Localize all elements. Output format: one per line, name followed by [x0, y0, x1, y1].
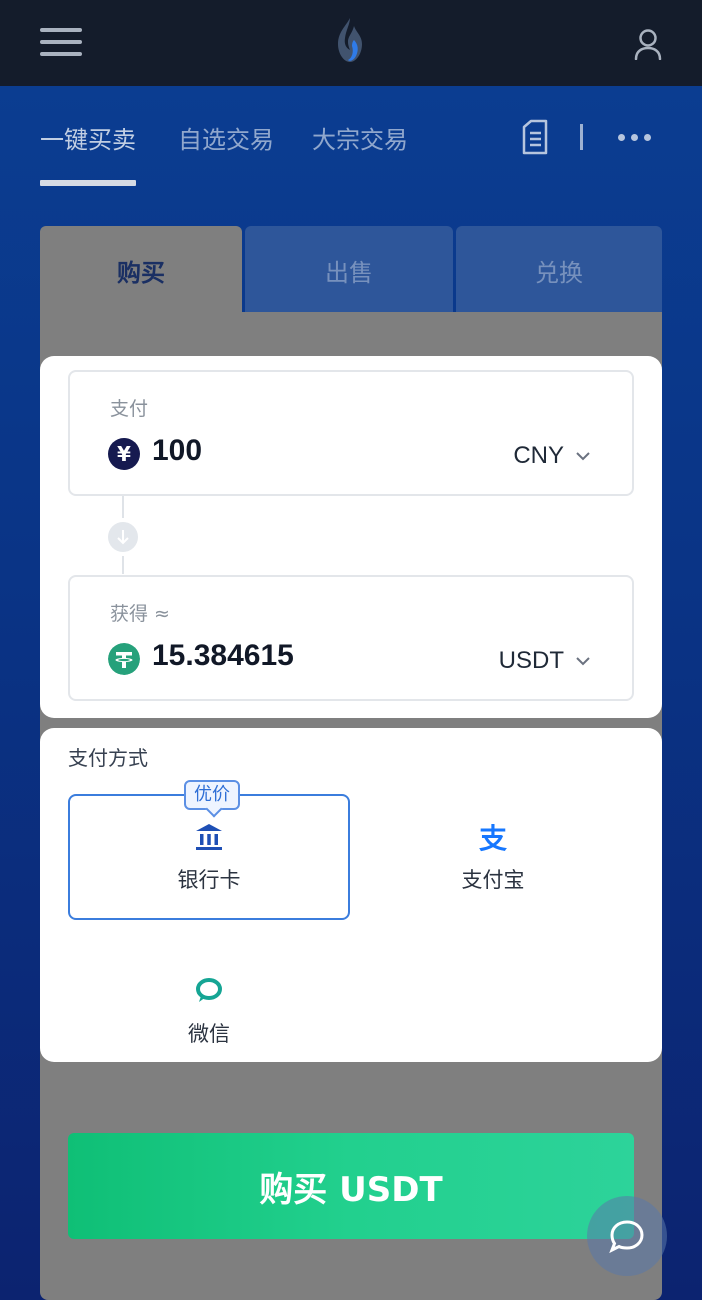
nav-tab-p2p-trade[interactable]: 自选交易	[178, 120, 274, 155]
tab-buy[interactable]: 购买	[40, 226, 242, 314]
chat-support-button[interactable]	[587, 1196, 667, 1276]
buy-usdt-button[interactable]: 购买 USDT	[68, 1133, 634, 1239]
pay-option-alipay[interactable]: 支 支付宝	[352, 794, 634, 920]
receive-currency-label: USDT	[498, 647, 564, 674]
receive-label: 获得 ≈	[110, 603, 170, 625]
alipay-icon: 支	[476, 820, 510, 855]
connector-line	[122, 556, 124, 574]
receive-amount-input[interactable]	[152, 639, 432, 673]
tab-convert[interactable]: 兑换	[456, 226, 662, 314]
pay-option-wechat[interactable]: 微信	[68, 948, 350, 1074]
main-area: 一键买卖 自选交易 大宗交易 购买 出售 兑换 支付 ¥ CNY	[0, 86, 702, 1300]
pay-amount-input[interactable]	[152, 434, 432, 468]
pay-amount-field: 支付 ¥ CNY	[68, 370, 634, 496]
alipay-glyph: 支	[478, 822, 507, 855]
cny-coin-icon: ¥	[108, 438, 140, 470]
chevron-down-icon	[576, 452, 590, 461]
pay-label: 支付	[110, 398, 149, 420]
connector-line	[122, 496, 124, 518]
nav-divider	[580, 124, 583, 150]
order-document-icon[interactable]	[521, 119, 549, 155]
receive-amount-field: 获得 ≈ USDT	[68, 575, 634, 701]
wechat-icon	[192, 974, 226, 1008]
active-tab-underline	[40, 180, 136, 186]
pay-currency-select[interactable]: CNY	[513, 442, 590, 470]
chat-bubble-icon	[609, 1220, 644, 1254]
best-price-badge: 优价	[184, 780, 240, 810]
bank-icon	[192, 820, 226, 854]
payment-method-card: 支付方式 优价 银行卡 支 支付宝 微信	[40, 728, 662, 1062]
pay-currency-label: CNY	[513, 442, 564, 469]
flame-logo-icon	[338, 18, 362, 62]
chevron-down-icon	[576, 657, 590, 666]
arrow-down-icon	[108, 522, 138, 552]
pay-option-bank-card[interactable]: 优价 银行卡	[68, 780, 350, 920]
usdt-tether-icon	[108, 643, 140, 675]
trade-tab-row: 购买 出售 兑换	[40, 226, 662, 314]
top-bar	[0, 0, 702, 86]
bank-card-label: 银行卡	[177, 868, 241, 892]
hamburger-menu-icon[interactable]	[40, 28, 82, 56]
tab-sell[interactable]: 出售	[245, 226, 453, 314]
alipay-label: 支付宝	[461, 868, 525, 892]
user-profile-icon[interactable]	[634, 28, 662, 60]
nav-tab-block-trade[interactable]: 大宗交易	[312, 120, 408, 155]
receive-currency-select[interactable]: USDT	[499, 647, 590, 675]
wechat-label: 微信	[188, 1022, 230, 1046]
nav-tab-quick-trade[interactable]: 一键买卖	[40, 120, 136, 155]
amount-card: 支付 ¥ CNY 获得 ≈ USDT	[40, 356, 662, 718]
more-options-icon[interactable]	[618, 134, 652, 142]
payment-method-title: 支付方式	[68, 746, 148, 770]
